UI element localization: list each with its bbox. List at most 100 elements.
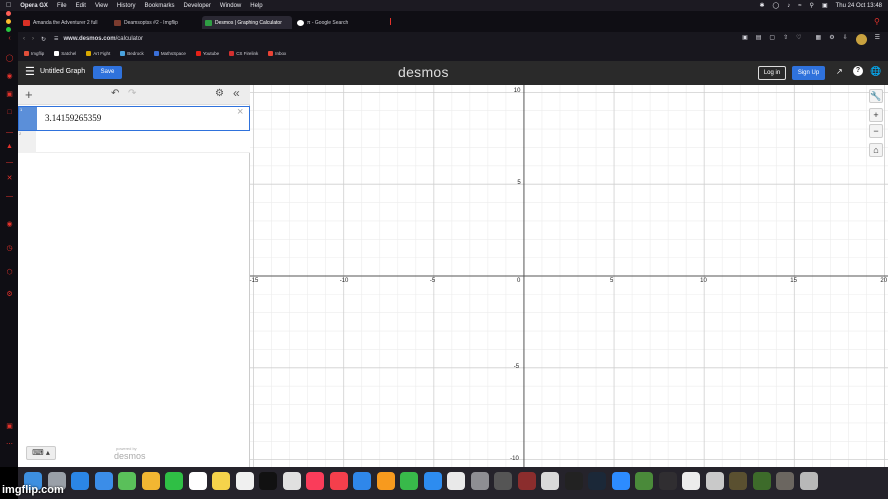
photos-icon[interactable] bbox=[141, 472, 160, 490]
flame-icon[interactable]: ▲ bbox=[5, 142, 14, 151]
share-graph-icon[interactable]: ↗ bbox=[836, 67, 843, 76]
keynote-icon[interactable] bbox=[282, 472, 301, 490]
easy-files-icon[interactable]: ▤ bbox=[756, 34, 762, 45]
tab-imgflip[interactable]: Deamsoptss #2 - Imgflip bbox=[111, 16, 199, 29]
player-icon[interactable]: ◉ bbox=[5, 220, 14, 229]
site-info-icon[interactable]: ☰ bbox=[54, 36, 58, 42]
obs-icon[interactable] bbox=[658, 472, 677, 490]
collapse-panel-icon[interactable]: « bbox=[233, 86, 240, 100]
maps-icon[interactable] bbox=[118, 472, 136, 490]
chrome-icon[interactable] bbox=[447, 472, 465, 490]
extensions-icon[interactable]: ⚙ bbox=[829, 34, 834, 45]
window-close-icon[interactable] bbox=[6, 11, 11, 16]
signup-button[interactable]: Sign Up bbox=[792, 66, 825, 80]
settings-app-icon[interactable] bbox=[470, 472, 489, 490]
gx-control-icon[interactable]: ◉ bbox=[5, 72, 14, 81]
reload-icon[interactable]: ↻ bbox=[41, 36, 46, 43]
expression-row-empty[interactable]: 2 bbox=[18, 131, 250, 153]
wallet-icon[interactable]: ▦ bbox=[816, 34, 822, 45]
apple-icon[interactable]:  bbox=[6, 2, 11, 9]
bookmark-mathsspace[interactable]: MathsSpace bbox=[153, 51, 186, 56]
bookmark-art-fight[interactable]: Art Fight bbox=[86, 51, 110, 56]
twitch-icon[interactable]: ▣ bbox=[5, 90, 14, 99]
zoom-out-icon[interactable]: − bbox=[869, 124, 883, 138]
textedit-icon[interactable] bbox=[682, 472, 700, 490]
more-icon[interactable]: ⋯ bbox=[5, 440, 14, 449]
blender-icon[interactable] bbox=[494, 472, 512, 490]
delete-expression-icon[interactable]: × bbox=[237, 106, 243, 118]
keynote-blue-icon[interactable] bbox=[353, 472, 371, 490]
menu-icon[interactable]: ☰ bbox=[875, 34, 880, 45]
gx-icon[interactable] bbox=[729, 472, 747, 490]
bookmark-imgflip[interactable]: Imgflip bbox=[24, 51, 44, 56]
menu-edit[interactable]: Edit bbox=[76, 3, 86, 9]
bookmark-inbox[interactable]: Inbox bbox=[268, 51, 286, 56]
safari-icon[interactable] bbox=[71, 472, 89, 490]
hamburger-menu-icon[interactable]: ☰ bbox=[25, 67, 35, 78]
url-field[interactable]: www.desmos.com/calculator bbox=[64, 36, 143, 42]
save-button[interactable]: Save bbox=[93, 66, 122, 79]
menu-developer[interactable]: Developer bbox=[184, 3, 211, 9]
bookmark-satchel[interactable]: Satchel bbox=[54, 51, 76, 56]
minecraft-icon[interactable] bbox=[635, 472, 653, 490]
reminders-icon[interactable] bbox=[235, 472, 254, 490]
undo-icon[interactable]: ↶ bbox=[111, 88, 119, 99]
downloads-icon[interactable]: ⇩ bbox=[843, 34, 848, 45]
back-nav-icon[interactable]: ‹ bbox=[23, 36, 25, 42]
bookmark-youtube[interactable]: Youtube bbox=[195, 51, 219, 56]
tab-desmos[interactable]: Desmos | Graphing Calculator bbox=[202, 16, 292, 29]
expression-row-active[interactable]: 1 3.14159265359 × bbox=[18, 106, 250, 131]
wifi-icon[interactable]: ≈ bbox=[798, 3, 801, 9]
keyboard-toggle-icon[interactable]: ⌨ ▴ bbox=[26, 446, 56, 460]
bookmark-cs-firelink[interactable]: CS Firelink bbox=[229, 51, 258, 56]
tab-search-icon[interactable]: ⚲ bbox=[874, 17, 880, 26]
notes-icon[interactable] bbox=[212, 472, 230, 490]
roblox-icon[interactable] bbox=[541, 472, 559, 490]
graph-settings-wrench-icon[interactable]: 🔧 bbox=[869, 89, 883, 103]
gx-corner-icon[interactable]: ◯ bbox=[5, 54, 14, 63]
menu-view[interactable]: View bbox=[95, 3, 108, 9]
settings-icon[interactable]: ⚙ bbox=[5, 290, 14, 299]
bluetooth-icon[interactable]: ✱ bbox=[760, 2, 765, 9]
music-icon[interactable] bbox=[306, 472, 324, 490]
menu-help[interactable]: Help bbox=[250, 3, 262, 9]
help-icon[interactable]: ? bbox=[853, 66, 863, 76]
x-twitter-icon[interactable]: ✕ bbox=[5, 174, 14, 183]
graph-title[interactable]: Untitled Graph bbox=[40, 68, 85, 75]
login-button[interactable]: Log in bbox=[758, 66, 786, 80]
control-center-icon[interactable]: ▣ bbox=[822, 2, 828, 9]
heart-icon[interactable]: ♡ bbox=[796, 34, 801, 45]
imovie-icon[interactable] bbox=[517, 472, 536, 490]
bookmark-add-icon[interactable]: ▢ bbox=[769, 34, 775, 45]
zoom-in-icon[interactable]: + bbox=[869, 108, 883, 122]
menu-app-name[interactable]: Opera GX bbox=[20, 3, 48, 9]
mail-icon[interactable] bbox=[94, 472, 113, 490]
zoom-icon[interactable] bbox=[611, 472, 630, 490]
discord-icon[interactable]: □ bbox=[5, 108, 14, 117]
bookmark-bedrock[interactable]: Bedrock bbox=[120, 51, 144, 56]
graph-paper[interactable]: -15 -10 -5 0 5 10 15 20 10 5 -5 -10 🔧 + − ⌂ bbox=[250, 85, 888, 467]
tv-icon[interactable] bbox=[259, 472, 277, 490]
spotlight-icon[interactable]: ⚲ bbox=[810, 2, 814, 9]
tab-amanda[interactable]: Amanda the Adventurer 2 full bbox=[20, 16, 108, 29]
font-book-icon[interactable] bbox=[705, 472, 724, 490]
pages-icon[interactable] bbox=[376, 472, 395, 490]
news-icon[interactable] bbox=[329, 472, 348, 490]
minecraft-launcher-icon[interactable] bbox=[752, 472, 771, 490]
trash-icon[interactable] bbox=[799, 472, 818, 490]
menu-bookmarks[interactable]: Bookmarks bbox=[145, 3, 175, 9]
default-viewport-home-icon[interactable]: ⌂ bbox=[869, 143, 883, 157]
back-icon[interactable]: ‹ bbox=[5, 34, 14, 43]
files-icon[interactable] bbox=[776, 472, 794, 490]
menu-history[interactable]: History bbox=[117, 3, 136, 9]
unity-icon[interactable] bbox=[564, 472, 583, 490]
profile-avatar[interactable] bbox=[855, 33, 867, 45]
redo-icon[interactable]: ↷ bbox=[128, 88, 136, 99]
snapshot-icon[interactable]: ▣ bbox=[742, 34, 748, 45]
settings-gear-icon[interactable]: ⚙ bbox=[215, 88, 224, 99]
share-icon[interactable]: ⇧ bbox=[783, 34, 788, 45]
steam-icon[interactable] bbox=[588, 472, 606, 490]
language-globe-icon[interactable]: 🌐 bbox=[870, 66, 881, 77]
sound-icon[interactable]: ♪ bbox=[787, 3, 790, 9]
calendar-icon[interactable] bbox=[188, 472, 207, 490]
